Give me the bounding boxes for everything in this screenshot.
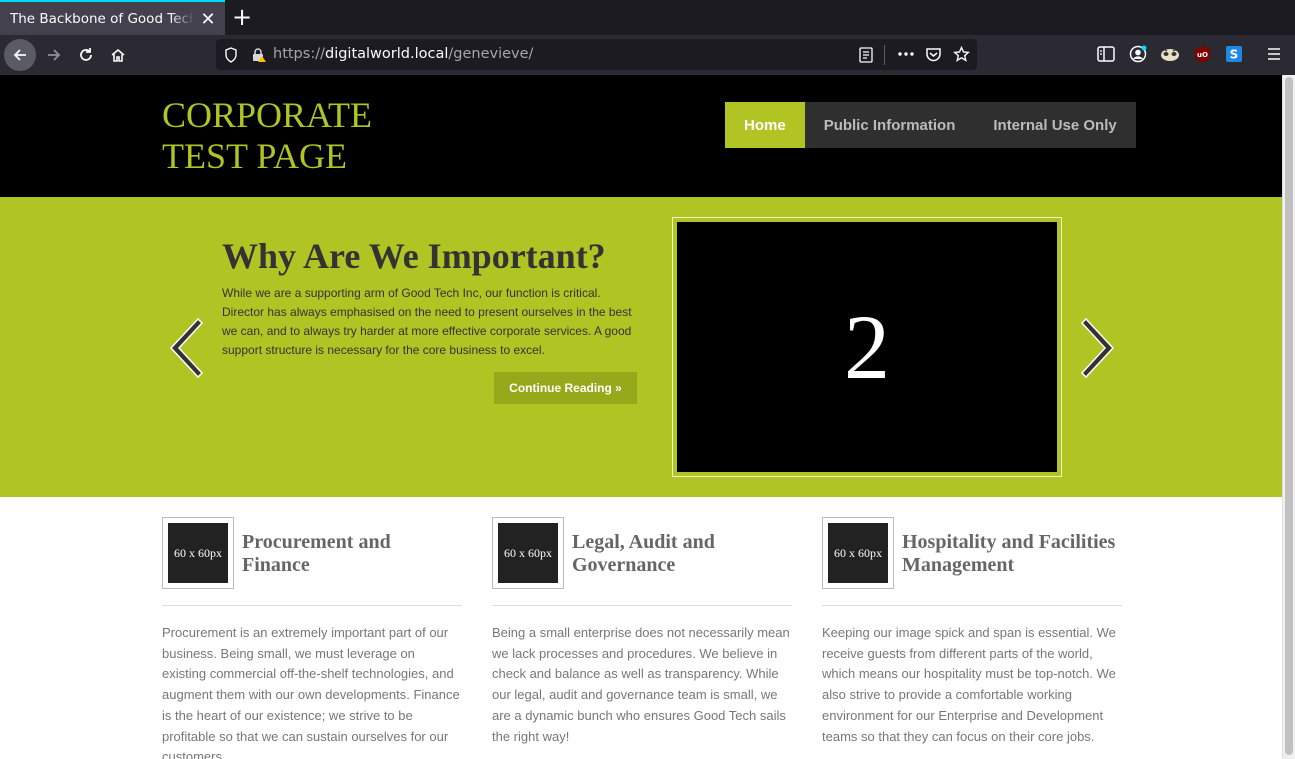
tab-strip: The Backbone of Good Tech ✕ +	[0, 0, 1295, 35]
home-icon	[111, 48, 125, 62]
main-menu: Home Public Information Internal Use Onl…	[725, 102, 1136, 148]
feature-thumbnail: 60 x 60px	[822, 517, 894, 589]
continue-reading-button[interactable]: Continue Reading »	[494, 372, 637, 404]
shield-icon[interactable]	[224, 47, 238, 63]
feature-thumbnail: 60 x 60px	[492, 517, 564, 589]
feature-divider	[162, 605, 462, 606]
url-text[interactable]: https://digitalworld.local/genevieve/	[273, 46, 533, 62]
reload-button[interactable]	[70, 39, 102, 71]
bookmark-star-icon[interactable]	[953, 46, 970, 63]
sidebar-icon[interactable]	[1097, 46, 1115, 62]
back-button[interactable]	[4, 39, 36, 71]
page-scrollbar[interactable]	[1282, 75, 1295, 759]
logo-line-1: CORPORATE	[162, 95, 373, 135]
scrollbar-thumb[interactable]	[1285, 77, 1293, 755]
feature-title[interactable]: Legal, Audit and Governance	[572, 531, 792, 577]
hero-text: While we are a supporting arm of Good Te…	[222, 286, 632, 357]
svg-text:S: S	[1230, 48, 1239, 62]
menu-item-public-information[interactable]: Public Information	[805, 102, 975, 148]
ublock-origin-icon[interactable]: uO	[1194, 45, 1211, 63]
thumbnail-placeholder: 60 x 60px	[498, 523, 558, 583]
logo-line-2: TEST PAGE	[162, 136, 348, 176]
feature-text: Being a small enterprise does not necess…	[492, 625, 790, 744]
menu-item-home[interactable]: Home	[725, 102, 805, 148]
menu-item-internal-use-only[interactable]: Internal Use Only	[974, 102, 1135, 148]
thumbnail-placeholder: 60 x 60px	[828, 523, 888, 583]
more-actions-icon[interactable]	[897, 51, 915, 57]
feature-divider	[822, 605, 1122, 606]
url-scheme: https://	[273, 46, 325, 62]
close-tab-icon[interactable]: ✕	[198, 9, 218, 29]
site-logo[interactable]: CORPORATE TEST PAGE	[162, 95, 372, 177]
browser-tab[interactable]: The Backbone of Good Tech ✕	[0, 0, 225, 35]
forward-arrow-icon	[48, 49, 61, 61]
slide-frame: 2	[672, 217, 1062, 477]
tab-title: The Backbone of Good Tech	[10, 11, 192, 27]
feature-title[interactable]: Hospitality and Facilities Management	[902, 531, 1122, 577]
extension-s-icon[interactable]: S	[1225, 45, 1243, 63]
slider-prev-arrow-icon[interactable]	[165, 315, 205, 381]
url-host: digitalworld.local	[324, 46, 449, 62]
url-path: /genevieve/	[448, 46, 534, 62]
hamburger-menu-icon[interactable]	[1266, 46, 1282, 62]
slide-image: 2	[677, 222, 1057, 472]
back-arrow-icon	[13, 49, 26, 61]
reload-icon	[80, 48, 92, 61]
forward-button[interactable]	[38, 39, 70, 71]
account-icon[interactable]	[1129, 45, 1147, 63]
new-tab-button[interactable]: +	[230, 5, 254, 29]
svg-text:uO: uO	[1197, 51, 1208, 59]
pocket-icon[interactable]	[925, 46, 942, 63]
slider-next-arrow-icon[interactable]	[1079, 315, 1119, 381]
tab-title-fade	[170, 6, 195, 32]
page-viewport: CORPORATE TEST PAGE Home Public Informat…	[0, 75, 1282, 759]
hero-title: Why Are We Important?	[222, 236, 606, 276]
site-header: CORPORATE TEST PAGE Home Public Informat…	[0, 75, 1282, 197]
feature-divider	[492, 605, 792, 606]
reader-view-icon[interactable]	[858, 47, 874, 63]
hero-slider: Why Are We Important? While we are a sup…	[0, 197, 1282, 497]
home-button[interactable]	[102, 39, 134, 71]
address-bar[interactable]: https://digitalworld.local/genevieve/	[216, 39, 977, 70]
feature-text: Keeping our image spick and span is esse…	[822, 625, 1116, 744]
insecure-lock-icon[interactable]	[251, 47, 267, 63]
url-divider	[884, 45, 885, 65]
extension-mask-icon[interactable]	[1160, 45, 1180, 63]
slide-number: 2	[844, 296, 890, 398]
feature-title[interactable]: Procurement and Finance	[242, 531, 462, 577]
feature-text: Procurement is an extremely important pa…	[162, 625, 460, 759]
feature-thumbnail: 60 x 60px	[162, 517, 234, 589]
thumbnail-placeholder: 60 x 60px	[168, 523, 228, 583]
